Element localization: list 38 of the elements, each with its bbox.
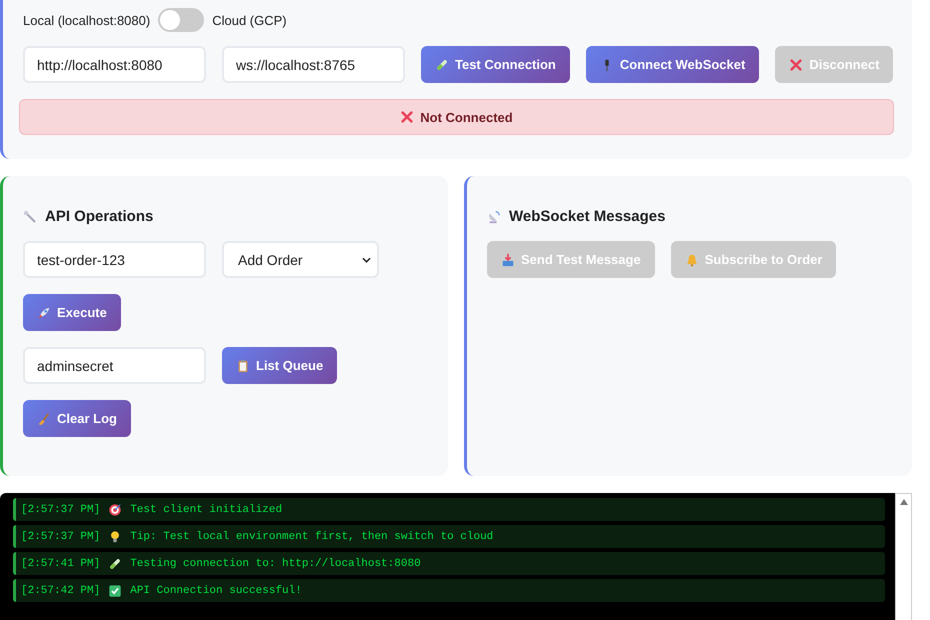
log-message: Tip: Test local environment first, then switch to cloud bbox=[130, 530, 494, 542]
chevron-down-icon bbox=[362, 256, 371, 262]
log-time: [2:57:42 PM] bbox=[21, 584, 100, 596]
test-connection-button[interactable]: Test Connection bbox=[421, 46, 570, 83]
log-message: API Connection successful! bbox=[130, 584, 302, 596]
order-id-field[interactable]: test-order-123 bbox=[23, 241, 206, 278]
list-queue-button[interactable]: List Queue bbox=[222, 347, 338, 384]
cross-icon bbox=[400, 110, 414, 124]
satellite-dish-icon bbox=[487, 210, 501, 224]
clear-log-button[interactable]: Clear Log bbox=[23, 400, 131, 437]
panel-title: WebSocket Messages bbox=[509, 208, 666, 225]
admin-key-field[interactable]: adminsecret bbox=[23, 347, 206, 384]
panel-title: API Operations bbox=[45, 208, 154, 225]
rocket-icon bbox=[37, 306, 51, 320]
connect-websocket-button[interactable]: Connect WebSocket bbox=[586, 46, 760, 83]
websocket-url-field[interactable]: ws://localhost:8765 bbox=[222, 46, 405, 83]
bell-icon bbox=[684, 252, 699, 266]
connection-status-text: Not Connected bbox=[420, 110, 513, 124]
wrench-icon bbox=[23, 210, 37, 224]
execute-button[interactable]: Execute bbox=[23, 294, 121, 331]
operation-dropdown[interactable]: Add Order bbox=[222, 241, 379, 278]
clipboard-icon bbox=[236, 358, 250, 372]
environment-toggle[interactable] bbox=[158, 8, 204, 32]
cloud-environment-label: Cloud (GCP) bbox=[212, 12, 287, 28]
target-icon bbox=[108, 502, 122, 516]
inbox-tray-icon bbox=[501, 252, 515, 266]
api-url-field[interactable]: http://localhost:8080 bbox=[23, 46, 206, 83]
scroll-up-arrow-icon[interactable] bbox=[898, 498, 908, 506]
log-time: [2:57:37 PM] bbox=[21, 504, 100, 516]
check-box-icon bbox=[108, 584, 122, 598]
log-message: Testing connection to: http://localhost:8080 bbox=[130, 558, 421, 570]
log-time: [2:57:37 PM] bbox=[21, 530, 100, 542]
log-message: Test client initialized bbox=[130, 504, 282, 516]
cross-icon bbox=[789, 58, 804, 72]
broom-icon bbox=[37, 412, 51, 426]
local-environment-label: Local (localhost:8080) bbox=[23, 12, 150, 28]
log-time: [2:57:41 PM] bbox=[21, 558, 100, 570]
scrollbar[interactable] bbox=[895, 493, 912, 620]
